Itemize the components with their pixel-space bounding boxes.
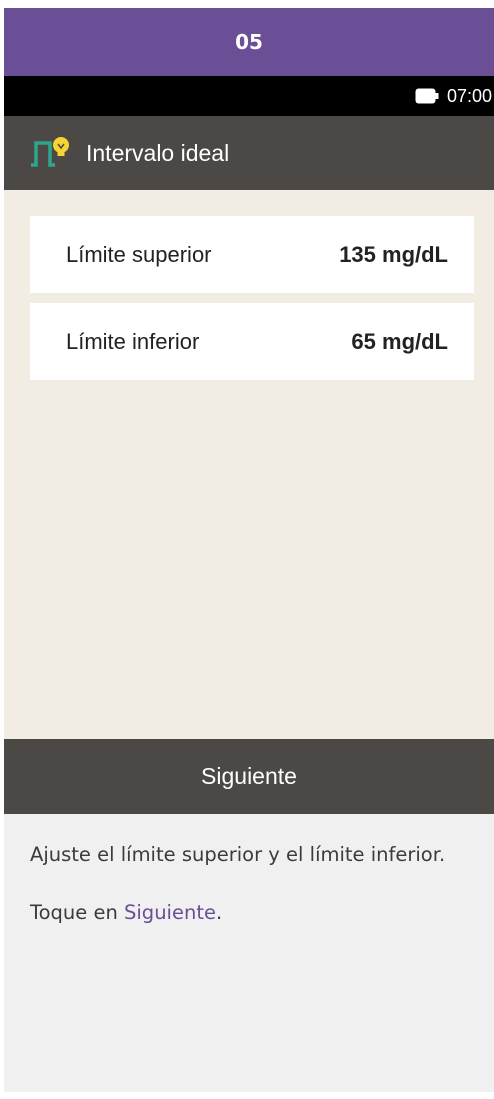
battery-icon: [415, 88, 439, 104]
upper-limit-value: 135 mg/dL: [339, 241, 448, 267]
instruction-line-2: Toque en Siguiente.: [30, 894, 470, 932]
screen-title: Intervalo ideal: [86, 139, 230, 166]
status-bar: 07:00: [4, 76, 494, 116]
upper-limit-label: Límite superior: [66, 241, 212, 267]
target-range-icon: [31, 137, 69, 167]
device-screen: 07:00 Intervalo ideal Límite superior 13…: [4, 76, 494, 814]
step-number: 05: [235, 30, 263, 54]
instructions: Ajuste el límite superior y el límite in…: [30, 836, 470, 952]
status-time: 07:00: [446, 85, 492, 106]
next-button[interactable]: Siguiente: [4, 739, 494, 814]
screen-header: Intervalo ideal: [4, 116, 494, 190]
step-number-bar: 05: [4, 8, 494, 76]
instruction-next-link[interactable]: Siguiente: [124, 901, 216, 924]
tutorial-frame: 05 07:00 Intervalo ideal Límite superior…: [4, 8, 494, 1092]
instruction-suffix: .: [215, 901, 223, 924]
instruction-line-1: Ajuste el límite superior y el límite in…: [30, 843, 446, 866]
lower-limit-label: Límite inferior: [66, 328, 200, 354]
upper-limit-row[interactable]: Límite superior 135 mg/dL: [30, 216, 474, 293]
instruction-prefix: Toque en: [30, 901, 125, 924]
lower-limit-value: 65 mg/dL: [351, 328, 448, 354]
lower-limit-row[interactable]: Límite inferior 65 mg/dL: [30, 303, 474, 380]
